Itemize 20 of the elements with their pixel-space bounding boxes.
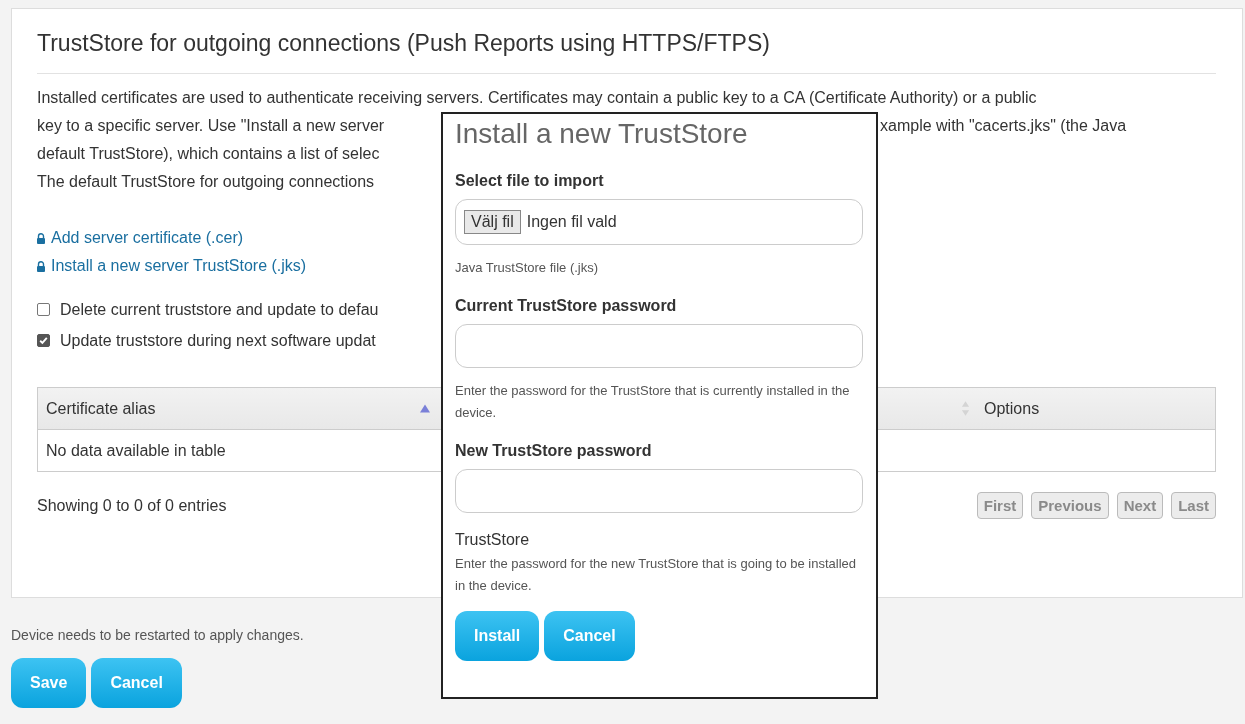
description-text: key to a specific server. Use "Install a new server xyxy=(37,116,386,136)
entries-info: Showing 0 to 0 of 0 entries xyxy=(37,496,227,515)
field-label: Current TrustStore password xyxy=(455,296,678,316)
field-note: TrustStore xyxy=(455,530,531,550)
restart-note: Device needs to be restarted to apply changes. xyxy=(11,627,304,643)
dialog-title: Install a new TrustStore xyxy=(455,117,749,151)
table-cell: No data available in table xyxy=(46,441,226,460)
help-text: Enter the password for the new TrustStore that is going to be installed in the device. xyxy=(455,555,858,595)
checkbox-label: Update truststore during next software updat xyxy=(60,331,376,350)
description-text: default TrustStore), which contains a list of selec xyxy=(37,144,381,164)
file-status: Ingen fil vald xyxy=(526,213,617,231)
description-text: Installed certificates are used to authenticate receiving servers. Certificates may contain a public key to a CA (Certificate Authority) or a public xyxy=(37,89,1037,106)
field-label: New TrustStore password xyxy=(455,441,653,461)
description-text: xample with "cacerts.jks" (the Java xyxy=(880,116,1128,136)
help-text: Java TrustStore file (.jks) xyxy=(455,259,600,277)
section-title: TrustStore for outgoing connections (Push Reports using HTTPS/FTPS) xyxy=(37,23,1216,74)
help-text: Enter the password for the TrustStore that is currently installed in the device. xyxy=(455,382,851,422)
checkbox-label: Delete current truststore and update to defau xyxy=(60,300,379,319)
field-label: Select file to import xyxy=(455,171,605,191)
description-text: The default TrustStore for outgoing connections xyxy=(37,172,376,192)
